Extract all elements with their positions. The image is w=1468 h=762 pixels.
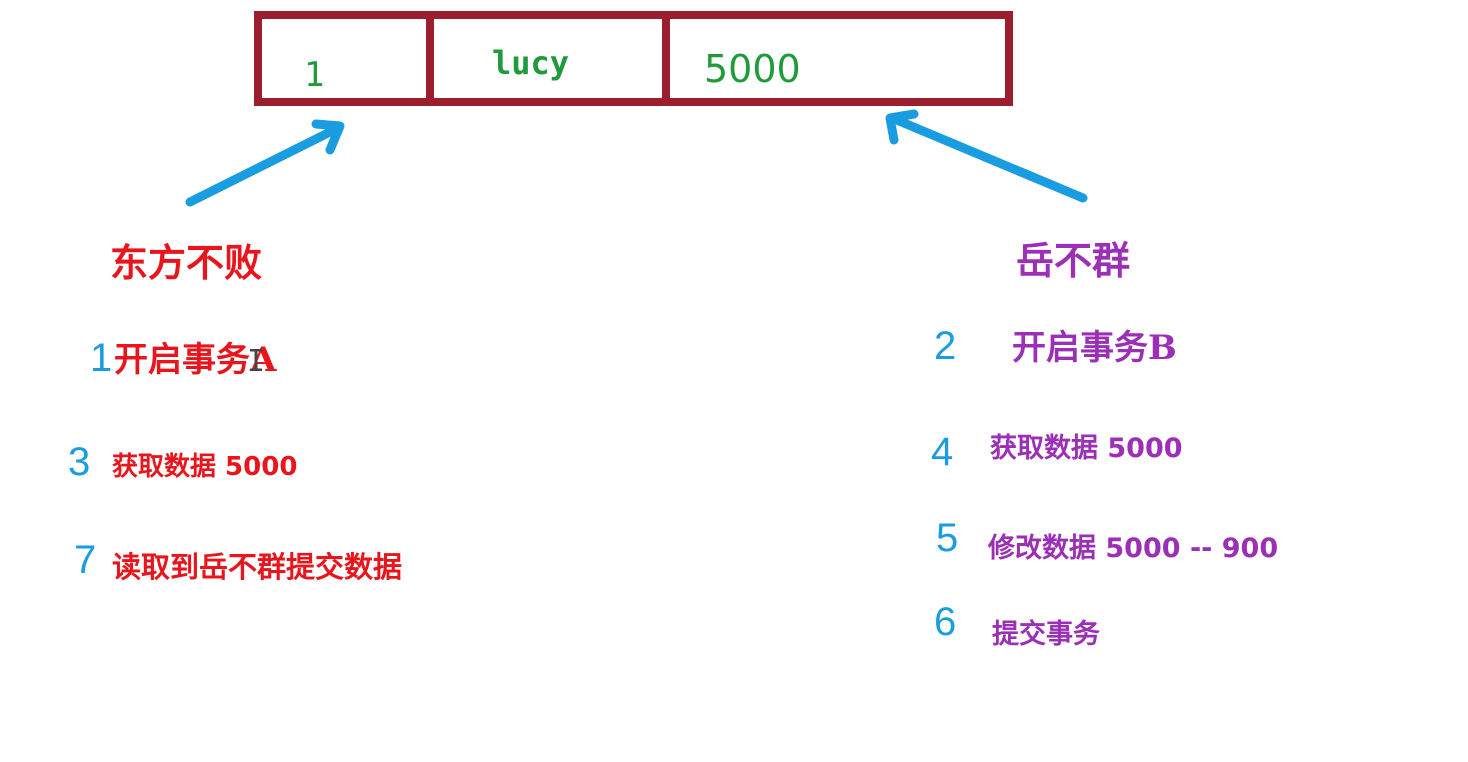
- right-step-number: 4: [931, 430, 954, 474]
- left-user-name: 东方不败: [110, 240, 263, 285]
- right-step-text: 开启事务B: [1012, 328, 1177, 368]
- right-step-number: 6: [934, 600, 957, 644]
- right-step-text: 获取数据 5000: [990, 433, 1183, 464]
- right-step-text: 提交事务: [992, 619, 1100, 650]
- left-step-text: 读取到岳不群提交数据: [112, 550, 403, 584]
- left-arrow: [185, 119, 345, 207]
- right-user-name: 岳不群: [1016, 238, 1131, 283]
- left-step-number: 7: [74, 538, 97, 582]
- left-step-number: 3: [68, 440, 91, 484]
- text-cursor-icon: I: [247, 344, 266, 379]
- left-step-number: 1: [90, 336, 113, 380]
- right-step-number: 5: [936, 516, 959, 560]
- arrows-layer: [185, 109, 1088, 207]
- right-step-text: 修改数据 5000 -- 900: [988, 533, 1279, 564]
- right-step-number: 2: [934, 324, 957, 368]
- right-arrow: [885, 109, 1088, 203]
- left-step-text: 获取数据 5000: [112, 452, 298, 482]
